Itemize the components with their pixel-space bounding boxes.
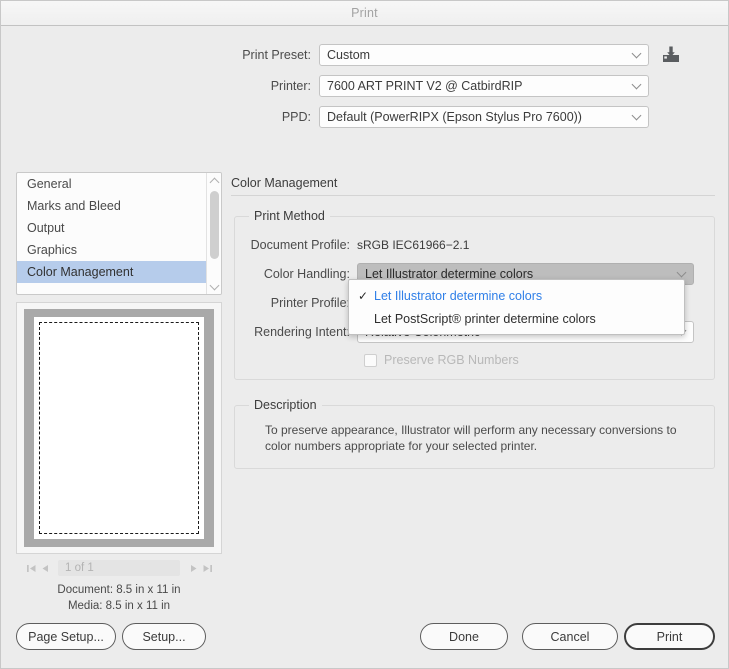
chevron-down-icon[interactable] (207, 279, 221, 293)
category-list[interactable]: General Marks and Bleed Output Graphics … (16, 172, 222, 295)
chevron-down-icon (678, 269, 686, 277)
document-profile-row: Document Profile: sRGB IEC61966−2.1 (247, 234, 702, 256)
document-info: Document: 8.5 in x 11 in Media: 8.5 in x… (16, 582, 222, 614)
sidebar-item-output[interactable]: Output (17, 217, 206, 239)
rendering-intent-label: Rendering Intent: (254, 325, 350, 339)
print-button[interactable]: Print (624, 623, 715, 650)
ppd-row: PPD: Default (PowerRIPX (Epson Stylus Pr… (1, 106, 728, 128)
ppd-value: Default (PowerRIPX (Epson Stylus Pro 760… (327, 110, 582, 124)
menu-item-let-postscript-printer-determine-colors[interactable]: Let PostScript® printer determine colors (349, 307, 684, 330)
page-number-field[interactable]: 1 of 1 (58, 560, 180, 576)
previous-page-icon[interactable] (38, 561, 52, 575)
preserve-rgb-row: Preserve RGB Numbers (247, 353, 702, 367)
window-title: Print (351, 6, 378, 20)
print-preset-label: Print Preset: (242, 48, 311, 62)
menu-item-label: Let Illustrator determine colors (374, 288, 543, 303)
printer-value: 7600 ART PRINT V2 @ CatbirdRIP (327, 79, 523, 93)
page-title: Color Management (231, 176, 715, 196)
preview-page (34, 317, 204, 539)
chevron-down-icon (633, 50, 641, 58)
print-preset-value: Custom (327, 48, 371, 62)
description-text: To preserve appearance, Illustrator will… (265, 423, 677, 453)
menu-item-let-illustrator-determine-colors[interactable]: ✓ Let Illustrator determine colors (349, 284, 684, 307)
preserve-rgb-checkbox (364, 353, 377, 367)
ppd-label: PPD: (281, 110, 311, 124)
preserve-rgb-label: Preserve RGB Numbers (384, 353, 519, 367)
preview-bleed-marks (39, 322, 199, 534)
page-setup-button[interactable]: Page Setup... (16, 623, 116, 650)
description-legend: Description (254, 398, 317, 412)
document-profile-value: sRGB IEC61966−2.1 (357, 238, 470, 252)
page-navigation: 1 of 1 (16, 558, 222, 578)
chevron-down-icon (633, 112, 641, 120)
category-list-scrollbar[interactable] (206, 173, 221, 294)
color-handling-dropdown-menu[interactable]: ✓ Let Illustrator determine colors Let P… (348, 279, 685, 335)
print-method-legend: Print Method (254, 209, 325, 223)
setup-button[interactable]: Setup... (122, 623, 206, 650)
print-preview[interactable] (16, 302, 222, 554)
first-page-icon[interactable] (24, 561, 38, 575)
document-size-text: Document: 8.5 in x 11 in (57, 584, 181, 596)
document-profile-label: Document Profile: (250, 238, 350, 252)
last-page-icon[interactable] (200, 561, 214, 575)
sidebar-item-general[interactable]: General (17, 173, 206, 195)
printer-label: Printer: (270, 79, 311, 93)
ppd-select[interactable]: Default (PowerRIPX (Epson Stylus Pro 760… (319, 106, 649, 128)
check-icon: ✓ (358, 288, 369, 303)
dialog-footer: Page Setup... Setup... Done Cancel Print (1, 623, 728, 651)
media-size-text: Media: 8.5 in x 11 in (67, 600, 171, 612)
print-preset-row: Print Preset: Custom (1, 44, 728, 66)
category-list-items: General Marks and Bleed Output Graphics … (17, 173, 206, 291)
save-preset-icon[interactable] (661, 46, 681, 64)
sidebar-item-partial[interactable] (17, 283, 206, 291)
chevron-down-icon (633, 81, 641, 89)
cancel-button[interactable]: Cancel (522, 623, 618, 650)
next-page-icon[interactable] (186, 561, 200, 575)
sidebar-item-graphics[interactable]: Graphics (17, 239, 206, 261)
print-preset-select[interactable]: Custom (319, 44, 649, 66)
print-dialog-window: Print Print Preset: Custom Printer: 7600… (0, 0, 729, 669)
sidebar-item-color-management[interactable]: Color Management (17, 261, 206, 283)
titlebar: Print (1, 1, 728, 26)
sidebar-item-marks-and-bleed[interactable]: Marks and Bleed (17, 195, 206, 217)
printer-profile-label: Printer Profile: (270, 296, 350, 310)
done-button[interactable]: Done (420, 623, 508, 650)
printer-select[interactable]: 7600 ART PRINT V2 @ CatbirdRIP (319, 75, 649, 97)
description-group: Description To preserve appearance, Illu… (234, 398, 715, 469)
chevron-up-icon[interactable] (207, 174, 221, 188)
preview-canvas (24, 309, 214, 547)
color-handling-label: Color Handling: (263, 267, 350, 281)
printer-row: Printer: 7600 ART PRINT V2 @ CatbirdRIP (1, 75, 728, 97)
scrollbar-thumb[interactable] (210, 191, 219, 259)
print-settings-form: Print Preset: Custom Printer: 7600 ART P… (1, 44, 728, 137)
dialog-content: Print Preset: Custom Printer: 7600 ART P… (1, 26, 728, 668)
menu-item-label: Let PostScript® printer determine colors (374, 311, 596, 326)
